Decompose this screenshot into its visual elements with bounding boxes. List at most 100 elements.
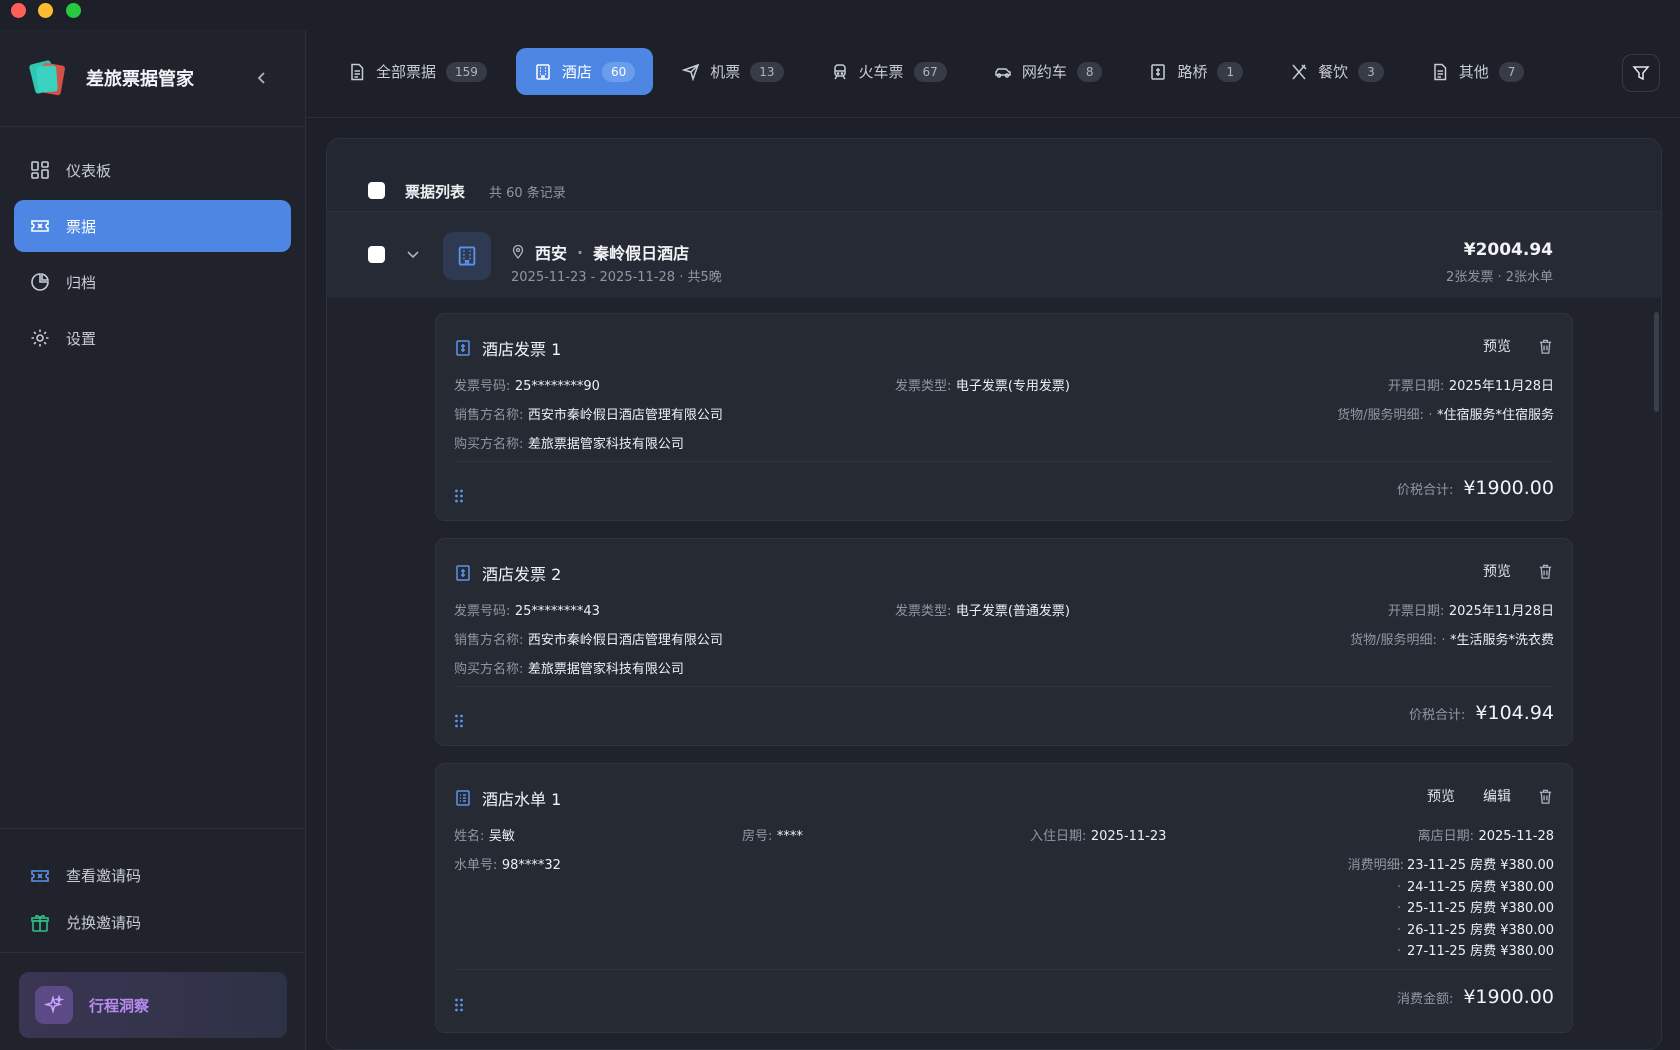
preview-button[interactable]: 预览 [1483,561,1511,581]
tab-label: 全部票据 [376,63,437,81]
chevron-down-icon[interactable] [405,246,421,262]
drag-handle-icon[interactable] [454,488,464,504]
card-divider [454,686,1554,687]
tab-hotel[interactable]: 酒店 60 [515,48,654,95]
filter-button[interactable] [1622,54,1660,92]
total-label: 价税合计: [1409,708,1466,723]
list-item: · 23-11-25 房费 ¥380.00 [1396,858,1554,873]
gift-icon [31,914,49,932]
tab-label: 其他 [1458,63,1489,81]
tab-label: 路桥 [1177,63,1208,81]
field-label: 入住日期: [1030,829,1087,844]
tab-toll[interactable]: 路桥 1 [1131,48,1261,95]
view-invite-code-link[interactable]: 查看邀请码 [30,852,141,899]
tab-all[interactable]: 全部票据 159 [330,48,505,95]
sidebar-item-tickets[interactable]: 票据 [14,200,291,252]
group-details: 酒店发票 1 预览 发票号码: 25********90 发票类型: 电子发票(… [327,298,1661,1049]
card-title: 酒店发票 1 [454,336,561,360]
minimize-window-button[interactable] [38,3,53,18]
ticket-icon [31,869,49,882]
tab-count-badge: 60 [601,61,636,82]
goods-field: 货物/服务明细: · *生活服务*洗衣费 [1350,633,1554,648]
field-label: 发票号码: [454,379,511,394]
list-item: · 27-11-25 房费 ¥380.00 [1396,944,1554,959]
field-label: 发票号码: [454,604,511,619]
field-value: 25********43 [514,604,600,619]
card-actions: 预览 [1455,336,1554,356]
document-icon [351,63,364,80]
card-actions: 预览 编辑 [1399,786,1554,806]
list-item: · 25-11-25 房费 ¥380.00 [1396,901,1554,916]
invoice-type-field: 发票类型: 电子发票(专用发票) [895,375,1070,394]
list-record-count: 共 60 条记录 [489,186,566,201]
building-icon [536,63,550,80]
sidebar-item-archive[interactable]: 归档 [14,256,291,308]
tab-flight[interactable]: 机票 13 [664,48,801,95]
group-checkbox[interactable] [368,246,385,263]
field-label: 发票类型: [895,604,952,619]
checkout-date-field: 离店日期: 2025-11-28 [1418,825,1554,844]
preview-button[interactable]: 预览 [1483,336,1511,356]
sidebar-divider [0,828,306,829]
receipt-icon [1151,63,1166,80]
app-logo-icon [28,58,68,98]
ticket-icon [31,220,49,232]
sidebar-item-label: 仪表板 [66,161,112,180]
app-title: 差旅票据管家 [86,69,194,90]
scrollbar[interactable] [1654,312,1659,412]
total-amount: ¥1900.00 [1463,477,1554,499]
gear-icon [31,329,49,347]
issue-date-field: 开票日期: 2025年11月28日 [1388,375,1554,394]
detail-text: 24-11-25 房费 ¥380.00 [1406,879,1554,895]
card-title-label: 酒店发票 1 [482,340,562,359]
trash-icon[interactable] [1537,338,1554,355]
card-title: 酒店发票 2 [454,561,561,585]
sidebar-divider [0,952,306,953]
sidebar-item-label: 设置 [66,329,97,348]
list-title: 票据列表 [405,183,466,201]
checkin-date-field: 入住日期: 2025-11-23 [1030,825,1166,844]
trip-insight-button[interactable]: 行程洞察 [19,972,287,1038]
field-value: **** [776,829,803,844]
zoom-window-button[interactable] [66,3,81,18]
pie-chart-icon [31,272,50,291]
card-title-label: 酒店发票 2 [482,565,562,584]
tab-other[interactable]: 其他 7 [1413,48,1543,95]
field-label: 离店日期: [1417,829,1474,844]
tab-ride-hailing[interactable]: 网约车 8 [976,48,1121,95]
trip-insight-label: 行程洞察 [89,996,150,1015]
tab-label: 火车票 [858,63,904,81]
sub-link-label: 查看邀请码 [66,867,142,885]
field-value: 电子发票(专用发票) [955,379,1070,394]
sidebar-item-dashboard[interactable]: 仪表板 [14,144,291,196]
trash-icon[interactable] [1537,563,1554,580]
tab-dining[interactable]: 餐饮 3 [1272,48,1402,95]
tab-train[interactable]: 火车票 67 [813,48,965,95]
drag-handle-icon[interactable] [454,997,464,1013]
hotel-invoice-card: 酒店发票 2 预览 发票号码: 25********43 发票类型: 电子发票(… [435,538,1573,746]
field-value: 吴敏 [488,829,515,844]
collapse-sidebar-icon[interactable] [252,68,272,88]
sub-link-label: 兑换邀请码 [66,914,142,932]
close-window-button[interactable] [11,3,26,18]
field-value: 电子发票(普通发票) [955,604,1070,619]
group-title: 西安 · 秦岭假日酒店 [511,240,689,264]
field-value: 25********90 [514,379,600,394]
group-title-separator: · [577,242,584,262]
consumption-details-label: 消费明细: [1348,854,1404,873]
category-tabbar: 全部票据 159 酒店 60 机票 13 火车票 67 网约车 8 路桥 1 餐… [306,30,1680,118]
edit-button[interactable]: 编辑 [1483,786,1511,806]
hotel-group-row[interactable]: 西安 · 秦岭假日酒店 2025-11-23 - 2025-11-28 · 共5… [327,212,1661,298]
redeem-invite-code-link[interactable]: 兑换邀请码 [30,899,141,946]
folio-icon [456,790,470,806]
sidebar-item-label: 归档 [66,273,97,292]
detail-text: 26-11-25 房费 ¥380.00 [1406,922,1554,938]
buyer-field: 购买方名称: 差旅票据管家科技有限公司 [454,433,684,452]
trash-icon[interactable] [1537,788,1554,805]
drag-handle-icon[interactable] [454,713,464,729]
sidebar-item-settings[interactable]: 设置 [14,312,291,364]
field-value: 西安市秦岭假日酒店管理有限公司 [527,408,723,423]
preview-button[interactable]: 预览 [1427,786,1455,806]
field-value: 2025-11-28 [1478,829,1554,844]
select-all-checkbox[interactable] [368,182,385,199]
